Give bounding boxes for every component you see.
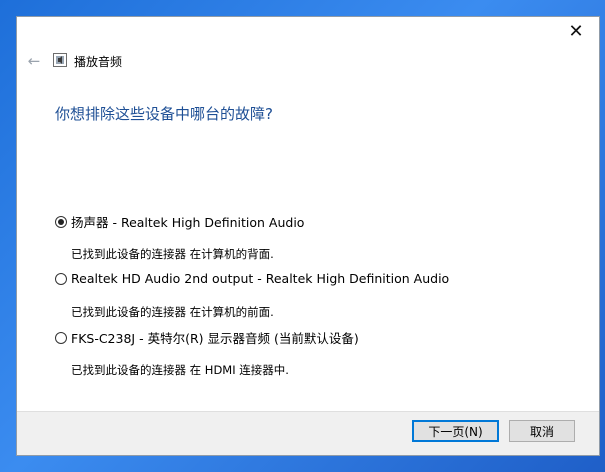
device-option-hdmi-display-audio[interactable]: FKS-C238J - 英特尔(R) 显示器音频 (当前默认设备) (55, 328, 359, 347)
back-arrow-icon: ← (27, 52, 41, 70)
device-option-label: Realtek HD Audio 2nd output - Realtek Hi… (71, 271, 450, 286)
device-option-description: 已找到此设备的连接器 在计算机的前面. (71, 305, 274, 319)
close-button[interactable]: ✕ (553, 17, 599, 46)
back-button[interactable]: ← (25, 53, 43, 69)
audio-troubleshooter-icon (53, 53, 67, 67)
radio-button[interactable] (55, 331, 67, 344)
troubleshooter-window: ✕ ← 播放音频 你想排除这些设备中哪台的故障? 扬声器 - Realtek H… (16, 16, 600, 456)
device-option-description: 已找到此设备的连接器 在计算机的背面. (71, 247, 274, 261)
radio-button[interactable] (55, 215, 67, 228)
device-option-speakers[interactable]: 扬声器 - Realtek High Definition Audio (55, 212, 304, 231)
close-icon: ✕ (568, 21, 584, 42)
page-heading: 你想排除这些设备中哪台的故障? (55, 105, 273, 123)
device-option-label: 扬声器 - Realtek High Definition Audio (71, 215, 305, 230)
device-option-description: 已找到此设备的连接器 在 HDMI 连接器中. (71, 363, 289, 377)
wizard-title: 播放音频 (74, 55, 123, 69)
cancel-button[interactable]: 取消 (509, 420, 575, 442)
next-button[interactable]: 下一页(N) (412, 420, 499, 442)
wizard-footer: 下一页(N) 取消 (17, 411, 599, 455)
device-option-hd-audio-2nd-output[interactable]: Realtek HD Audio 2nd output - Realtek Hi… (55, 271, 449, 286)
device-option-label: FKS-C238J - 英特尔(R) 显示器音频 (当前默认设备) (71, 331, 359, 346)
radio-button[interactable] (55, 272, 67, 285)
